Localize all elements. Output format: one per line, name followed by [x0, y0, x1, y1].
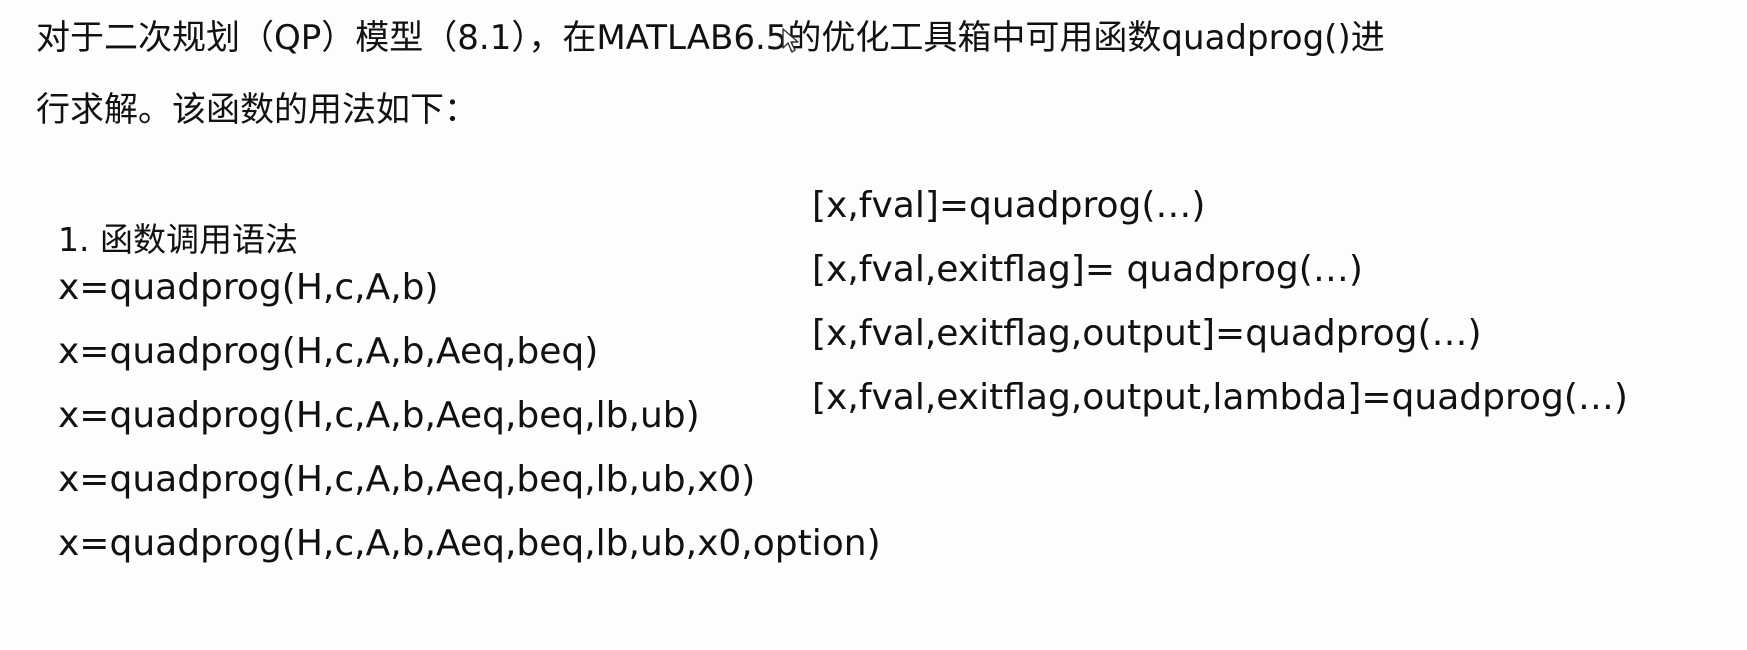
- syntax-line: [x,fval,exitflag,output]=quadprog(…): [812, 313, 1482, 354]
- syntax-line: x=quadprog(H,c,A,b,Aeq,beq,lb,ub): [58, 395, 700, 436]
- section-heading: 1. 函数调用语法: [58, 220, 298, 259]
- slide-content: 对于二次规划（QP）模型（8.1），在MATLAB6.5的优化工具箱中可用函数q…: [0, 0, 1747, 650]
- intro-paragraph: 对于二次规划（QP）模型（8.1），在MATLAB6.5的优化工具箱中可用函数q…: [36, 2, 1716, 146]
- syntax-line: [x,fval,exitflag]= quadprog(…): [812, 249, 1363, 290]
- syntax-line: [x,fval]=quadprog(…): [812, 185, 1206, 226]
- syntax-line: x=quadprog(H,c,A,b,Aeq,beq,lb,ub,x0): [58, 459, 756, 500]
- syntax-line: x=quadprog(H,c,A,b,Aeq,beq,lb,ub,x0,opti…: [58, 523, 881, 564]
- intro-line-1: 对于二次规划（QP）模型（8.1），在MATLAB6.5的优化工具箱中可用函数q…: [36, 18, 1385, 58]
- syntax-line: x=quadprog(H,c,A,b): [58, 267, 439, 308]
- syntax-line: [x,fval,exitflag,output,lambda]=quadprog…: [812, 377, 1628, 418]
- mouse-pointer-icon: [782, 28, 799, 53]
- intro-line-2: 行求解。该函数的用法如下：: [36, 90, 478, 130]
- syntax-line: x=quadprog(H,c,A,b,Aeq,beq): [58, 331, 599, 372]
